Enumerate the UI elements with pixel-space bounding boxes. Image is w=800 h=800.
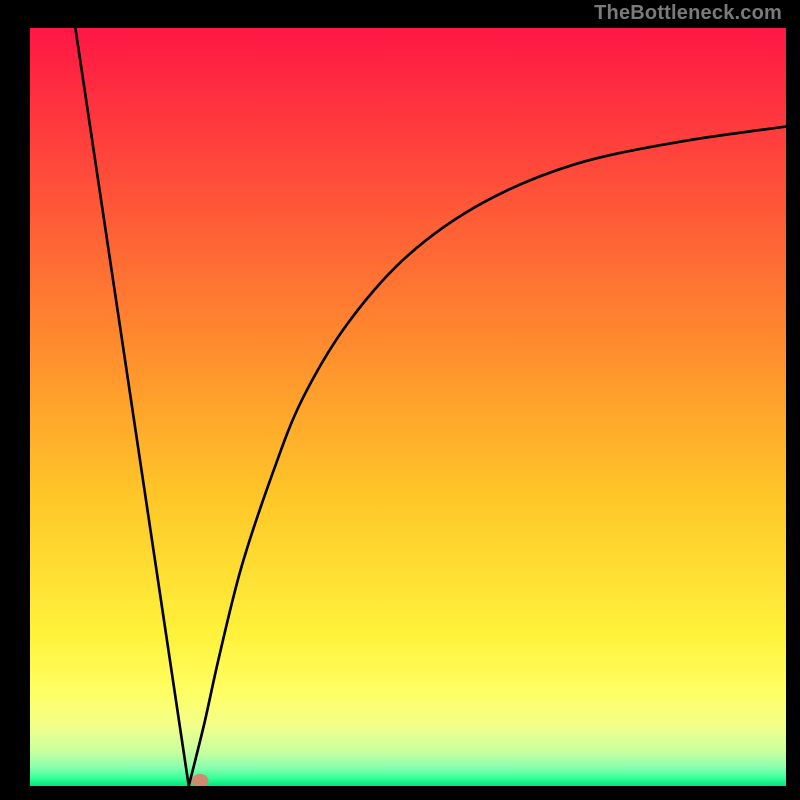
plot-area — [30, 28, 786, 786]
attribution-watermark: TheBottleneck.com — [594, 2, 782, 25]
chart-frame: TheBottleneck.com — [0, 0, 800, 800]
plot-svg — [30, 28, 786, 786]
